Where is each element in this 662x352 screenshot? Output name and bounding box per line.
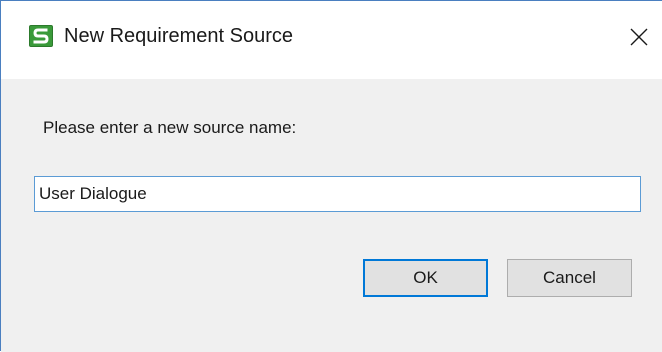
close-button[interactable] — [619, 17, 659, 57]
source-name-input[interactable] — [34, 176, 641, 212]
ok-button[interactable]: OK — [363, 259, 488, 297]
dialog-window: New Requirement Source Please enter a ne… — [0, 0, 662, 352]
cancel-button[interactable]: Cancel — [507, 259, 632, 297]
prompt-label: Please enter a new source name: — [43, 118, 297, 137]
dialog-content: Please enter a new source name: OK Cance… — [1, 79, 662, 352]
close-icon — [630, 28, 648, 46]
window-title: New Requirement Source — [64, 25, 293, 47]
title-bar[interactable]: New Requirement Source — [1, 1, 662, 79]
s-logo-icon — [29, 25, 53, 47]
